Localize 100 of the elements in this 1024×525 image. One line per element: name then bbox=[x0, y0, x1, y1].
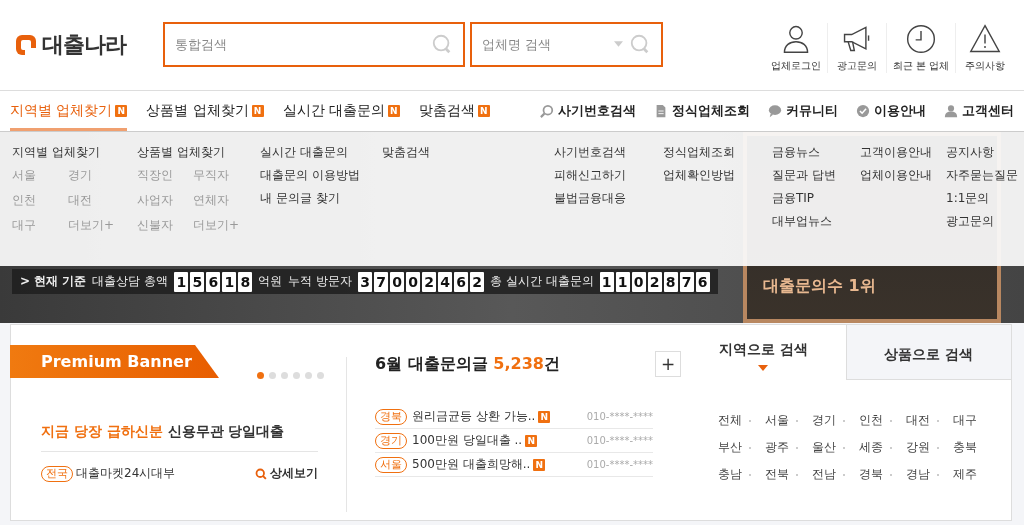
inquiry-title: 6월 대출문의글 5,238건 bbox=[375, 353, 560, 375]
menu-link[interactable]: 맞춤검색 bbox=[382, 144, 554, 161]
region-link[interactable]: 충남 bbox=[718, 466, 765, 483]
menu-link[interactable]: 1:1문의 bbox=[946, 190, 1018, 207]
counter-digit: 0 bbox=[406, 271, 421, 292]
search-input[interactable]: 통합검색 bbox=[165, 35, 431, 53]
counter-digit: 2 bbox=[470, 271, 485, 292]
region-link[interactable]: 충북 bbox=[953, 439, 1000, 456]
menu-link[interactable]: 대출문의 이용방법 bbox=[260, 167, 382, 184]
menu-link[interactable]: 대부업뉴스 bbox=[772, 213, 860, 230]
search-icon[interactable] bbox=[540, 104, 554, 118]
menu-link[interactable]: 실시간 대출문의 bbox=[260, 144, 382, 161]
nav-link[interactable]: 정식업체조회 bbox=[654, 102, 750, 120]
new-badge: N bbox=[533, 458, 546, 471]
carousel-dot[interactable] bbox=[269, 372, 276, 379]
document-icon[interactable] bbox=[654, 104, 668, 118]
phone-number: 010-****-**** bbox=[586, 433, 653, 448]
menu-link[interactable]: 정식업체조회 bbox=[663, 144, 772, 161]
menu-link[interactable]: 업체확인방법 bbox=[663, 167, 772, 184]
nav-tab[interactable]: 상품별 업체찾기 N bbox=[146, 91, 264, 131]
nav-tab[interactable]: 실시간 대출문의 N bbox=[282, 91, 400, 131]
menu-link[interactable]: 고객이용안내 bbox=[860, 144, 946, 161]
region-link[interactable]: 전남 bbox=[812, 466, 859, 483]
banner-headline[interactable]: 지금 당장 급하신분 신용무관 당일대출 bbox=[41, 423, 318, 452]
nav-link[interactable]: 사기번호검색 bbox=[540, 102, 636, 120]
stats-label: > 현재 기준 bbox=[20, 273, 87, 290]
menu-link[interactable]: 불법금융대응 bbox=[554, 190, 663, 207]
nav-link[interactable]: 커뮤니티 bbox=[768, 102, 838, 120]
inquiry-link[interactable]: 500만원 대출희망해.. bbox=[412, 456, 531, 473]
menu-link[interactable]: 공지사항 bbox=[946, 144, 1018, 161]
search-icon[interactable] bbox=[255, 467, 267, 480]
region-link[interactable]: 광주 bbox=[765, 439, 812, 456]
menu-link[interactable]: 질문과 답변 bbox=[772, 167, 860, 184]
new-badge: N bbox=[538, 410, 551, 423]
search-icon[interactable] bbox=[629, 33, 651, 55]
phone-number: 010-****-**** bbox=[586, 409, 653, 424]
stats-label: 대출상담 총액 bbox=[92, 273, 169, 290]
counter-digit: 0 bbox=[631, 271, 646, 292]
region-link[interactable]: 강원 bbox=[906, 439, 953, 456]
search-icon[interactable] bbox=[431, 33, 453, 55]
region-link[interactable]: 경북 bbox=[859, 466, 906, 483]
caret-icon[interactable] bbox=[614, 41, 623, 47]
region-link[interactable]: 부산 bbox=[718, 439, 765, 456]
shortcut-link[interactable]: 주의사항 bbox=[955, 23, 1014, 73]
carousel-dot[interactable] bbox=[305, 372, 312, 379]
check-icon[interactable] bbox=[856, 104, 870, 118]
clock-icon[interactable] bbox=[904, 23, 937, 55]
menu-link[interactable]: 자주묻는질문 bbox=[946, 167, 1018, 184]
inquiry-link[interactable]: 원리금균등 상환 가능.. bbox=[412, 408, 536, 425]
company-name: 대출마켓24시대부 bbox=[76, 465, 176, 482]
carousel-dot[interactable] bbox=[317, 372, 324, 379]
carousel-dot[interactable] bbox=[257, 372, 264, 379]
nav-link[interactable]: 이용안내 bbox=[856, 102, 926, 120]
region-link[interactable]: 대구 bbox=[953, 412, 1000, 429]
search-tab[interactable]: 상품으로 검색 bbox=[845, 325, 1011, 380]
carousel-dot[interactable] bbox=[293, 372, 300, 379]
menu-link[interactable]: 피해신고하기 bbox=[554, 167, 663, 184]
warning-icon[interactable] bbox=[969, 23, 1001, 55]
menu-link[interactable]: 업체이용안내 bbox=[860, 167, 946, 184]
region-link[interactable]: 세종 bbox=[859, 439, 906, 456]
region-link[interactable]: 전체 bbox=[718, 412, 765, 429]
menu-link[interactable]: 광고문의 bbox=[946, 213, 1018, 230]
region-link[interactable]: 전북 bbox=[765, 466, 812, 483]
menu-link[interactable]: 내 문의글 찾기 bbox=[260, 190, 382, 207]
counter-digit: 7 bbox=[374, 271, 389, 292]
counter-digit: 2 bbox=[647, 271, 662, 292]
region-link[interactable]: 대전 bbox=[906, 412, 953, 429]
counter-digit: 4 bbox=[438, 271, 453, 292]
chat-icon[interactable] bbox=[768, 104, 782, 118]
detail-link[interactable]: 상세보기 bbox=[255, 465, 318, 482]
menu-link[interactable]: 지역별 업체찾기 bbox=[12, 144, 137, 161]
nav-link[interactable]: 고객센터 bbox=[944, 102, 1014, 120]
region-link[interactable]: 경기 bbox=[812, 412, 859, 429]
search-bar[interactable]: 통합검색 bbox=[163, 21, 465, 67]
region-link[interactable]: 울산 bbox=[812, 439, 859, 456]
inquiry-link[interactable]: 100만원 당일대출 .. bbox=[412, 432, 523, 449]
menu-link[interactable]: 금융뉴스 bbox=[772, 144, 860, 161]
counter-digit: 6 bbox=[695, 271, 710, 292]
menu-link[interactable]: 상품별 업체찾기 bbox=[137, 144, 260, 161]
logo-text[interactable]: 대출나라 bbox=[42, 30, 126, 60]
region-link[interactable]: 인천 bbox=[859, 412, 906, 429]
counter-digit: 3 bbox=[358, 271, 373, 292]
shortcut-link[interactable]: 광고문의 bbox=[826, 23, 886, 73]
nav-tab[interactable]: 맞춤검색 N bbox=[418, 91, 490, 131]
region-link[interactable]: 경남 bbox=[906, 466, 953, 483]
counter-digit: 8 bbox=[663, 271, 678, 292]
menu-link[interactable]: 사기번호검색 bbox=[554, 144, 663, 161]
shortcut-link[interactable]: 업체로그인 bbox=[764, 23, 827, 73]
shortcut-link[interactable]: 최근 본 업체 bbox=[885, 23, 955, 73]
counter-digit: 5 bbox=[190, 271, 205, 292]
award-text: 대출문의수 1위 bbox=[763, 276, 876, 297]
more-button[interactable]: + bbox=[655, 351, 681, 377]
menu-link[interactable]: 금융TIP bbox=[772, 190, 860, 207]
company-search-input[interactable]: 업체명 검색 bbox=[472, 35, 614, 53]
company-search-bar[interactable]: 업체명 검색 bbox=[470, 21, 663, 67]
caret-icon bbox=[758, 364, 769, 371]
carousel-dot[interactable] bbox=[281, 372, 288, 379]
counter-digit: 8 bbox=[238, 271, 253, 292]
region-link[interactable]: 서울 bbox=[765, 412, 812, 429]
region-link[interactable]: 제주 bbox=[953, 466, 1000, 483]
